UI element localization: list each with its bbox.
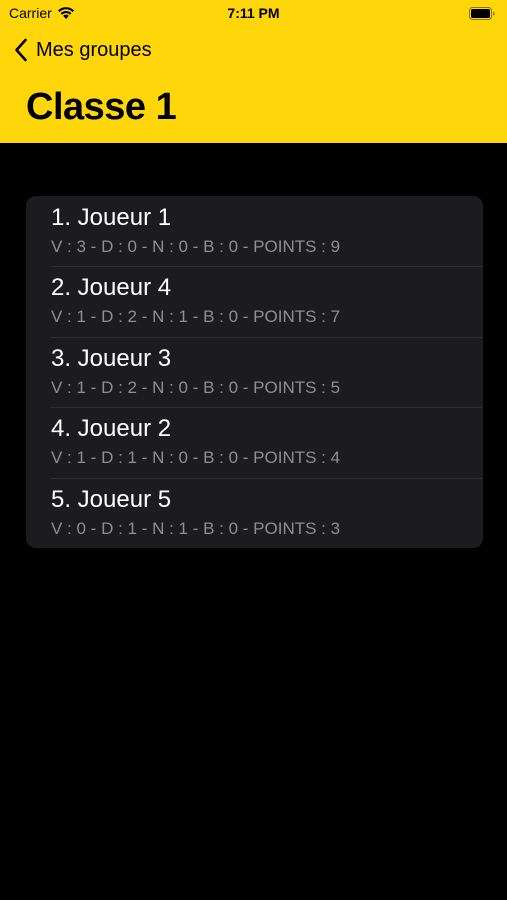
status-bar: Carrier 7:11 PM (0, 0, 507, 28)
back-button[interactable]: Mes groupes (14, 38, 152, 62)
player-rank-name: 4. Joueur 2 (51, 415, 172, 443)
back-button-label: Mes groupes (36, 38, 152, 61)
battery-icon (469, 7, 495, 20)
player-stats: V : 1 - D : 1 - N : 0 - B : 0 - POINTS :… (51, 448, 341, 468)
player-stats: V : 0 - D : 1 - N : 1 - B : 0 - POINTS :… (51, 518, 341, 538)
ranking-list: 1. Joueur 1 V : 3 - D : 0 - N : 0 - B : … (26, 196, 483, 548)
page-title: Classe 1 (26, 86, 177, 128)
player-rank-name: 3. Joueur 3 (51, 344, 172, 372)
player-stats: V : 3 - D : 0 - N : 0 - B : 0 - POINTS :… (51, 237, 341, 256)
list-item[interactable]: 5. Joueur 5 V : 0 - D : 1 - N : 1 - B : … (26, 477, 483, 548)
list-item[interactable]: 4. Joueur 2 V : 1 - D : 1 - N : 0 - B : … (26, 407, 483, 477)
list-item[interactable]: 2. Joueur 4 V : 1 - D : 2 - N : 1 - B : … (26, 266, 483, 336)
player-stats: V : 1 - D : 2 - N : 0 - B : 0 - POINTS :… (51, 377, 341, 397)
list-item[interactable]: 1. Joueur 1 V : 3 - D : 0 - N : 0 - B : … (26, 196, 483, 266)
chevron-left-icon (15, 38, 27, 62)
player-rank-name: 1. Joueur 1 (51, 204, 172, 231)
navigation-header: Carrier 7:11 PM Mes groupes Classe 1 (0, 0, 507, 143)
player-rank-name: 5. Joueur 5 (51, 485, 172, 513)
player-stats: V : 1 - D : 2 - N : 1 - B : 0 - POINTS :… (51, 307, 341, 327)
player-rank-name: 2. Joueur 4 (51, 274, 172, 302)
list-item[interactable]: 3. Joueur 3 V : 1 - D : 2 - N : 0 - B : … (26, 336, 483, 407)
status-time: 7:11 PM (227, 5, 280, 21)
